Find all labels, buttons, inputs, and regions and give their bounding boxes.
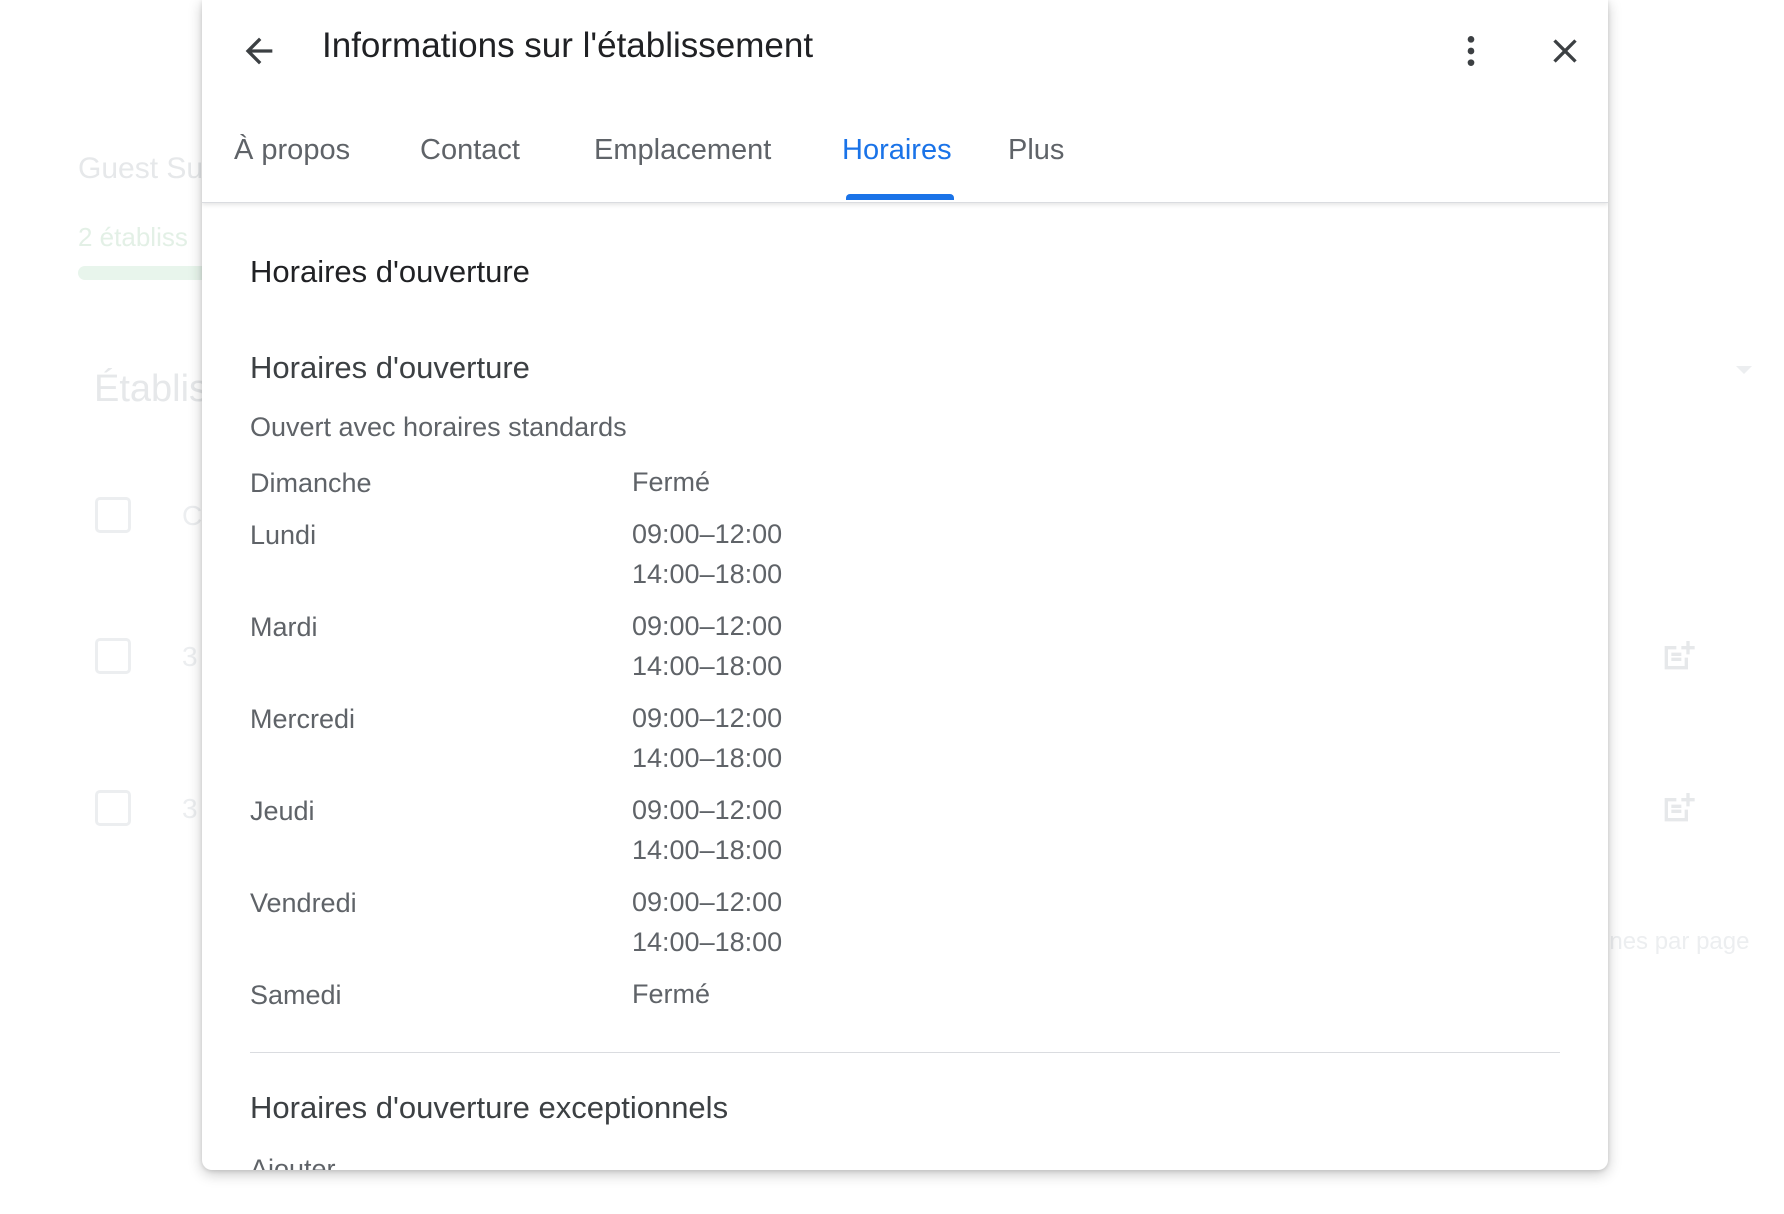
tab-contact[interactable]: Contact — [420, 134, 520, 167]
day-hours: 09:00–12:00 14:00–18:00 — [632, 606, 782, 686]
bg-row-checkbox[interactable] — [95, 638, 131, 674]
back-button[interactable] — [230, 22, 288, 80]
bg-section-heading: Établis — [94, 368, 209, 410]
hours-range: 09:00–12:00 — [632, 611, 783, 641]
opening-status: Ouvert avec horaires standards — [250, 412, 627, 442]
bg-row-text: C — [182, 500, 203, 531]
day-hours: 09:00–12:00 14:00–18:00 — [632, 698, 782, 778]
bg-chevron-down-icon — [1736, 366, 1752, 374]
bg-rows-per-page: gnes par page — [1596, 928, 1750, 955]
hours-range: Fermé — [632, 979, 711, 1009]
hours-range: 14:00–18:00 — [632, 651, 783, 681]
hours-range: 09:00–12:00 — [632, 519, 783, 549]
bg-row-text: 3 — [182, 641, 198, 672]
opening-hours-title[interactable]: Horaires d'ouverture — [250, 350, 530, 386]
hours-range: 14:00–18:00 — [632, 835, 783, 865]
hours-range: 14:00–18:00 — [632, 559, 783, 589]
day-label: Lundi — [250, 520, 317, 550]
tab-horaires[interactable]: Horaires — [842, 134, 952, 167]
bg-page-title: Guest Su — [78, 152, 204, 185]
bg-progress-bar — [78, 266, 218, 280]
day-label: Samedi — [250, 980, 342, 1010]
dialog-header: Informations sur l'établissement À propo… — [202, 0, 1608, 203]
section-title: Horaires d'ouverture — [250, 254, 530, 289]
bg-page-subtitle: 2 établiss — [78, 222, 188, 252]
day-label: Dimanche — [250, 468, 372, 498]
exceptional-hours-title[interactable]: Horaires d'ouverture exceptionnels — [250, 1090, 728, 1126]
day-hours: 09:00–12:00 14:00–18:00 — [632, 882, 782, 962]
hours-range: Fermé — [632, 467, 711, 497]
more-options-button[interactable] — [1442, 22, 1500, 80]
arrow-back-icon — [245, 37, 273, 65]
day-hours: 09:00–12:00 14:00–18:00 — [632, 790, 782, 870]
hours-range: 09:00–12:00 — [632, 795, 783, 825]
tab-a-propos[interactable]: À propos — [234, 134, 350, 167]
bg-row-text: 3 — [182, 793, 198, 824]
active-tab-indicator — [846, 194, 954, 200]
hours-range: 09:00–12:00 — [632, 887, 783, 917]
more-vert-icon — [1467, 36, 1475, 66]
day-label: Jeudi — [250, 796, 315, 826]
dialog-title: Informations sur l'établissement — [322, 26, 814, 65]
tab-emplacement[interactable]: Emplacement — [594, 134, 771, 167]
business-info-dialog: Informations sur l'établissement À propo… — [202, 0, 1608, 1170]
bg-row-checkbox[interactable] — [95, 497, 131, 533]
bg-post-add-icon[interactable] — [1658, 788, 1698, 828]
bg-post-add-icon[interactable] — [1658, 636, 1698, 676]
tab-plus[interactable]: Plus — [1008, 134, 1064, 167]
section-divider — [250, 1052, 1560, 1053]
bg-row-checkbox[interactable] — [95, 790, 131, 826]
day-hours: 09:00–12:00 14:00–18:00 — [632, 514, 782, 594]
close-icon — [1553, 39, 1577, 63]
day-hours: Fermé — [632, 974, 710, 1014]
hours-range: 14:00–18:00 — [632, 927, 783, 957]
day-label: Vendredi — [250, 888, 357, 918]
add-exceptional-hours-link[interactable]: Ajouter — [250, 1154, 336, 1170]
day-hours: Fermé — [632, 462, 710, 502]
day-label: Mardi — [250, 612, 318, 642]
hours-range: 09:00–12:00 — [632, 703, 783, 733]
day-label: Mercredi — [250, 704, 356, 734]
hours-range: 14:00–18:00 — [632, 743, 783, 773]
close-button[interactable] — [1536, 22, 1594, 80]
